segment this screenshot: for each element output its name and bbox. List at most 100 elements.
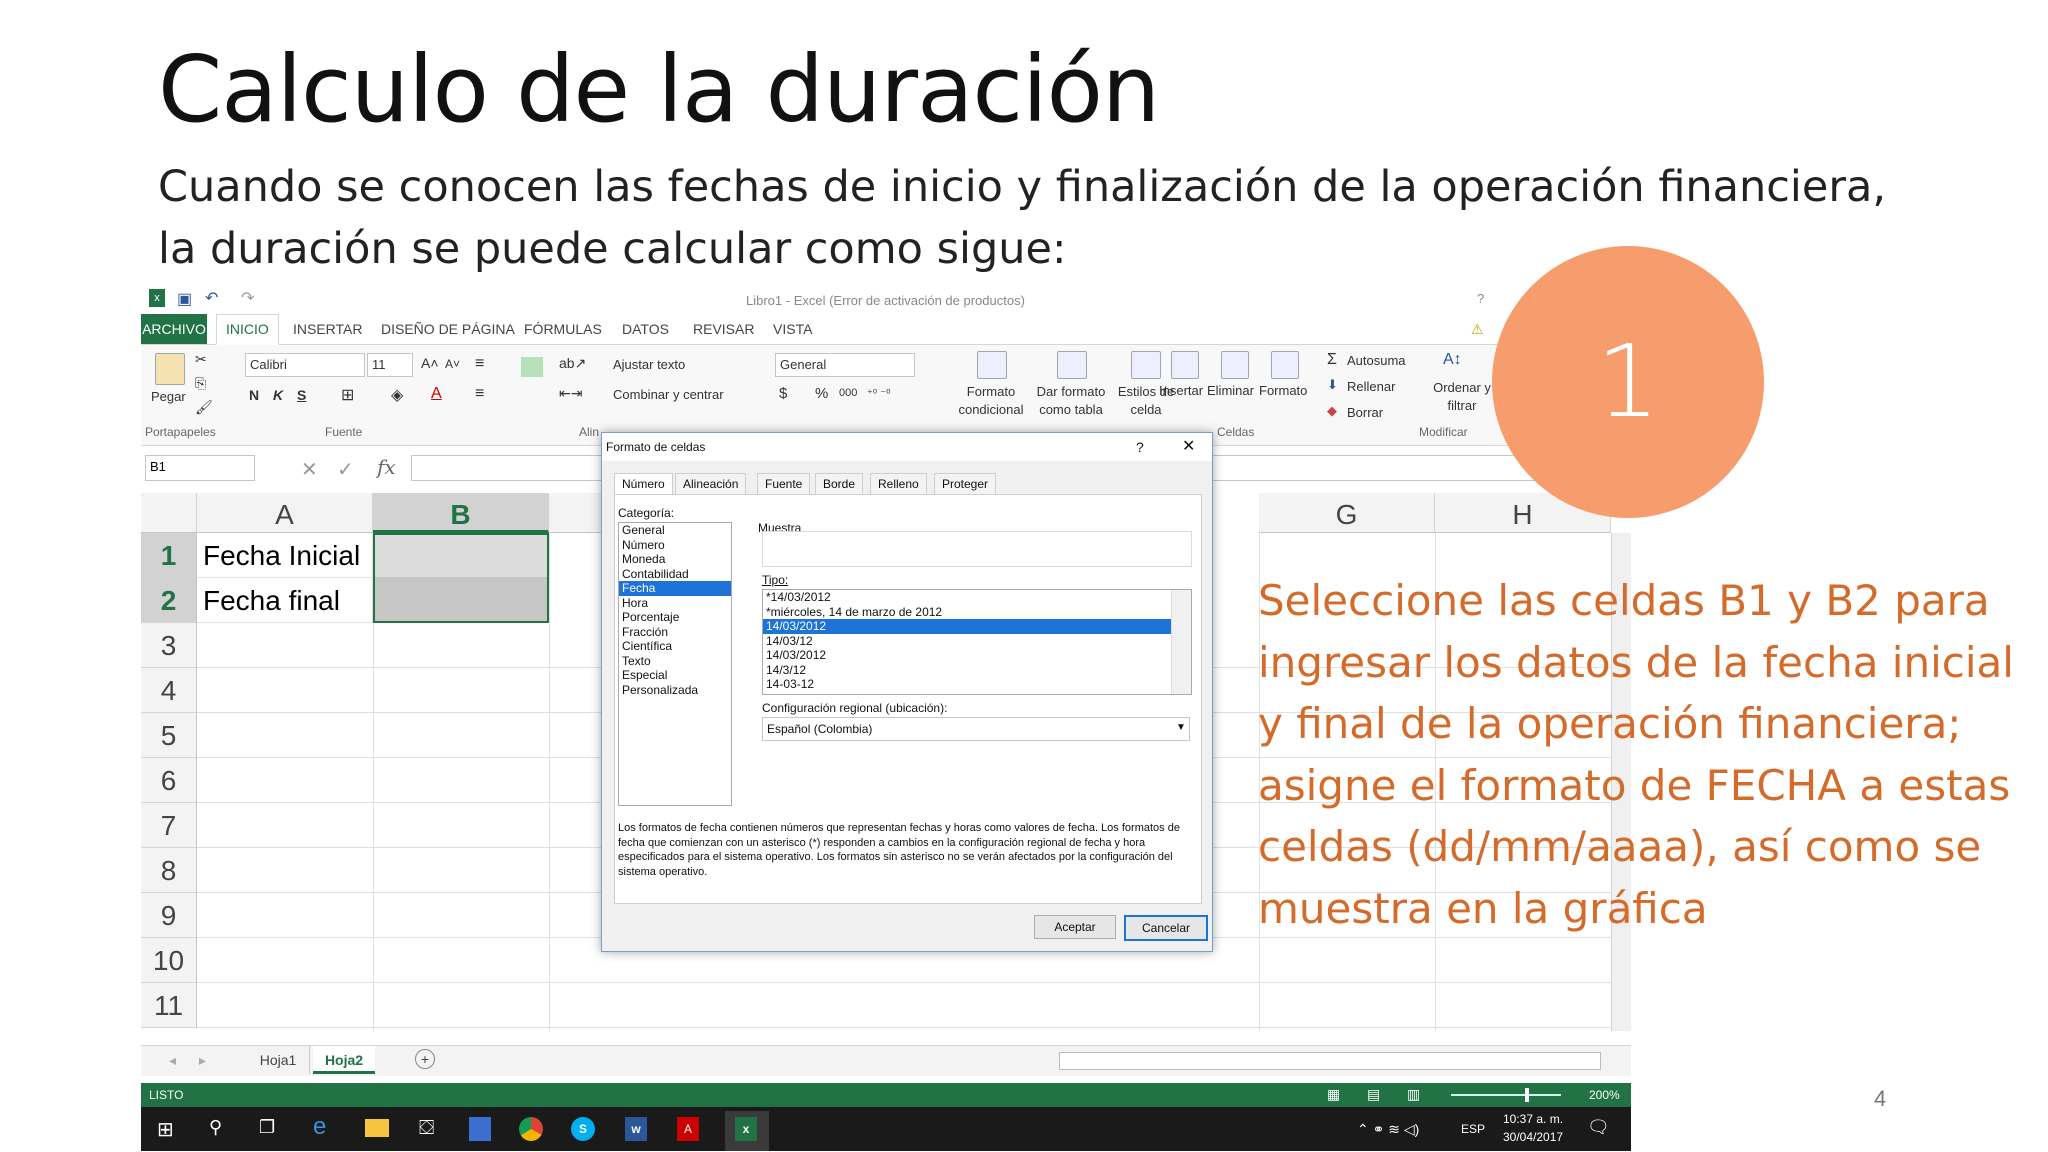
borders-icon[interactable]: ⊞ [341, 385, 354, 405]
delete-icon[interactable] [1221, 351, 1249, 379]
category-item-selected[interactable]: Fecha [619, 581, 731, 596]
tab-archivo[interactable]: ARCHIVO [141, 314, 207, 344]
zoom-level[interactable]: 200% [1589, 1088, 1620, 1102]
category-item[interactable]: Contabilidad [619, 567, 731, 582]
dialog-tab-alineacion[interactable]: Alineación [675, 473, 747, 495]
category-item[interactable]: Número [619, 538, 731, 553]
type-list-scrollbar[interactable] [1171, 590, 1191, 694]
tab-revisar[interactable]: REVISAR [693, 321, 754, 337]
tab-insertar[interactable]: INSERTAR [293, 321, 363, 337]
indent-icon[interactable]: ⇤⇥ [559, 385, 582, 402]
help-icon[interactable]: ? [1477, 291, 1484, 306]
row-header-7[interactable]: 7 [141, 803, 197, 848]
row-header-10[interactable]: 10 [141, 938, 197, 983]
format-table-icon[interactable] [1057, 351, 1087, 379]
insert-function-button[interactable]: fx [377, 455, 396, 479]
row-header-8[interactable]: 8 [141, 848, 197, 893]
dialog-tab-numero[interactable]: Número [614, 473, 673, 495]
type-item[interactable]: 14/3/12 [763, 663, 1191, 678]
tab-formulas[interactable]: FÓRMULAS [524, 321, 602, 337]
category-item[interactable]: Fracción [619, 625, 731, 640]
paste-button[interactable]: Pegar [151, 389, 186, 404]
language-indicator[interactable]: ESP [1461, 1122, 1485, 1136]
column-header-g[interactable]: G [1259, 493, 1435, 533]
category-item[interactable]: Científica [619, 639, 731, 654]
sort-filter-icon[interactable]: A↕ [1443, 351, 1462, 369]
add-sheet-icon[interactable]: + [415, 1049, 435, 1069]
format-button[interactable]: Formato [1259, 383, 1307, 398]
row-header-11[interactable]: 11 [141, 983, 197, 1028]
excel-taskbar-icon[interactable]: x [735, 1117, 757, 1141]
category-list[interactable]: General Número Moneda Contabilidad Fecha… [618, 522, 732, 806]
clock[interactable]: 10:37 a. m. 30/04/2017 [1503, 1112, 1563, 1144]
tab-inicio[interactable]: INICIO [216, 314, 279, 345]
acrobat-icon[interactable]: A [677, 1117, 699, 1141]
row-header-5[interactable]: 5 [141, 713, 197, 758]
sheet-tab-hoja1[interactable]: Hoja1 [247, 1046, 310, 1074]
name-box[interactable]: B1 [145, 455, 255, 481]
chevron-down-icon[interactable]: ▼ [1176, 722, 1186, 733]
italic-button[interactable]: K [273, 387, 283, 403]
format-icon[interactable] [1271, 351, 1299, 379]
fill-icon[interactable]: ⬇ [1327, 377, 1338, 393]
column-header-b[interactable]: B [373, 493, 549, 533]
grow-font-icon[interactable]: A˄ [421, 355, 439, 371]
dialog-tab-proteger[interactable]: Proteger [934, 473, 997, 495]
row-header-4[interactable]: 4 [141, 668, 197, 713]
cancel-entry-icon[interactable]: ✕ [301, 457, 318, 482]
number-format-select[interactable]: General [775, 353, 915, 377]
type-item[interactable]: 14-03-12 [763, 677, 1191, 692]
dialog-tab-fuente[interactable]: Fuente [757, 473, 811, 495]
type-item-selected[interactable]: 14/03/2012 [763, 619, 1191, 634]
paste-icon[interactable] [155, 353, 185, 385]
autosum-icon[interactable]: Σ [1327, 351, 1337, 369]
sheet-tab-hoja2[interactable]: Hoja2 [313, 1046, 375, 1074]
page-break-icon[interactable]: ▥ [1407, 1086, 1420, 1103]
dialog-tab-borde[interactable]: Borde [815, 473, 864, 495]
word-icon[interactable]: w [625, 1117, 647, 1141]
page-layout-icon[interactable]: ▤ [1367, 1086, 1380, 1103]
conditional-format-icon[interactable] [977, 351, 1007, 379]
category-item[interactable]: Especial [619, 668, 731, 683]
defender-icon[interactable] [469, 1117, 491, 1141]
font-size-select[interactable]: 11 [367, 353, 413, 377]
cell-a1[interactable]: Fecha Inicial [197, 533, 373, 578]
merge-center-button[interactable]: Combinar y centrar [613, 387, 724, 402]
category-item[interactable]: General [619, 523, 731, 538]
autosum-button[interactable]: Autosuma [1347, 353, 1406, 368]
fill-button[interactable]: Rellenar [1347, 379, 1395, 394]
clear-button[interactable]: Borrar [1347, 405, 1383, 420]
bold-button[interactable]: N [249, 387, 259, 403]
category-item[interactable]: Personalizada [619, 683, 731, 698]
row-header-1[interactable]: 1 [141, 533, 197, 578]
store-icon[interactable]: ⛋ [419, 1117, 434, 1140]
zoom-slider-handle[interactable] [1525, 1088, 1529, 1102]
cell-styles-icon[interactable] [1131, 351, 1161, 379]
type-item[interactable]: 14/03/12 [763, 634, 1191, 649]
row-header-9[interactable]: 9 [141, 893, 197, 938]
font-name-select[interactable]: Calibri [245, 353, 365, 377]
copy-icon[interactable]: ⎘ [195, 375, 206, 392]
row-header-2[interactable]: 2 [141, 578, 197, 623]
dialog-tab-relleno[interactable]: Relleno [870, 473, 927, 495]
dialog-close-icon[interactable]: ✕ [1182, 433, 1195, 461]
row-header-3[interactable]: 3 [141, 623, 197, 668]
column-header-a[interactable]: A [197, 493, 373, 533]
clear-icon[interactable]: ◆ [1327, 403, 1337, 419]
ok-button[interactable]: Aceptar [1034, 915, 1116, 939]
horizontal-scrollbar[interactable] [1059, 1052, 1601, 1070]
cancel-button[interactable]: Cancelar [1124, 915, 1208, 941]
file-explorer-icon[interactable] [365, 1119, 389, 1137]
type-item[interactable]: *14/03/2012 [763, 590, 1191, 605]
orientation-icon[interactable]: ab↗ [559, 355, 586, 372]
align-bottom-icon[interactable] [521, 357, 543, 377]
normal-view-icon[interactable]: ▦ [1327, 1086, 1340, 1103]
skype-icon[interactable]: S [571, 1117, 595, 1141]
fill-color-icon[interactable]: ◈ [391, 385, 403, 405]
delete-button[interactable]: Eliminar [1207, 383, 1254, 398]
underline-button[interactable]: S [297, 387, 306, 403]
locale-select[interactable]: Español (Colombia) [762, 717, 1190, 741]
zoom-slider[interactable] [1451, 1094, 1561, 1096]
currency-button[interactable]: $ [779, 385, 787, 402]
task-view-icon[interactable]: ❐ [259, 1117, 275, 1138]
